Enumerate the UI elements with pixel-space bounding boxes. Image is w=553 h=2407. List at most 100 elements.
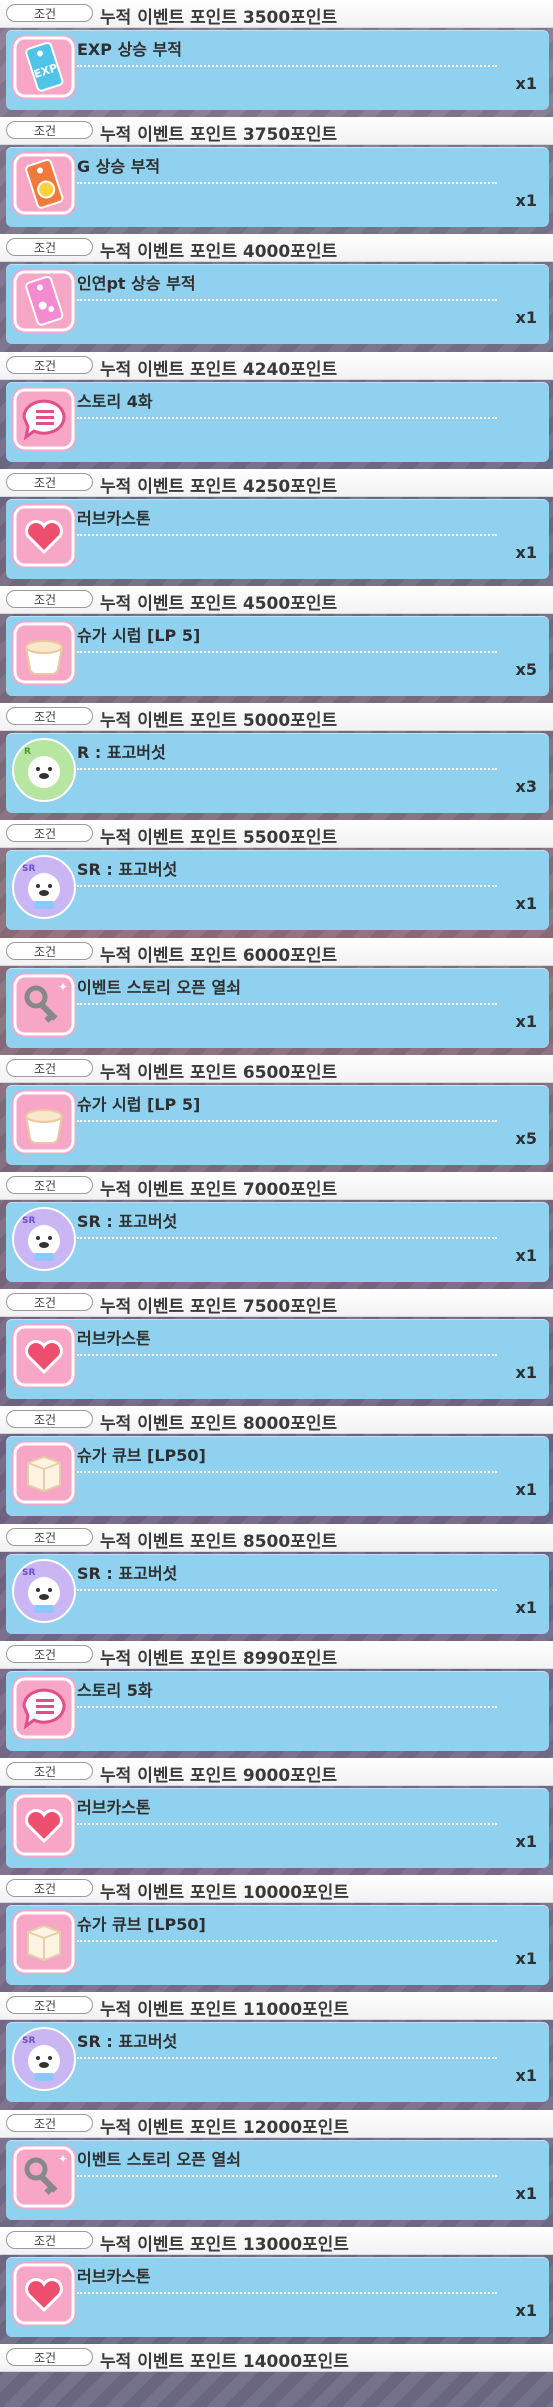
svg-text:SR: SR xyxy=(22,864,35,874)
reward-condition-header: 조건 누적 이벤트 포인트 4240포인트 xyxy=(0,352,553,380)
reward-quantity: x3 xyxy=(515,777,537,796)
reward-quantity: x5 xyxy=(515,660,537,679)
svg-text:SR: SR xyxy=(22,2036,35,2046)
reward-quantity: x1 xyxy=(515,1363,537,1382)
reward-condition-header: 조건 누적 이벤트 포인트 3750포인트 xyxy=(0,117,553,145)
condition-tag: 조건 xyxy=(6,1176,93,1194)
reward-quantity: x1 xyxy=(515,1480,537,1499)
reward-entry: 조건 누적 이벤트 포인트 6500포인트 슈가 시럽 [LP 5] x5 xyxy=(0,1055,553,1168)
reward-condition-header: 조건 누적 이벤트 포인트 7500포인트 xyxy=(0,1289,553,1317)
condition-text: 누적 이벤트 포인트 3500포인트 xyxy=(100,8,338,28)
heart-icon xyxy=(12,504,76,568)
reward-card: EXP EXP 상승 부적 x1 xyxy=(6,30,549,110)
reward-quantity: x1 xyxy=(515,1832,537,1851)
reward-quantity: x1 xyxy=(515,2066,537,2085)
condition-text: 누적 이벤트 포인트 13000포인트 xyxy=(100,2235,349,2255)
reward-entry: 조건 누적 이벤트 포인트 3500포인트 EXP EXP 상승 부적 x1 xyxy=(0,0,553,113)
reward-entry: 조건 누적 이벤트 포인트 3750포인트 G 상승 부적 x1 xyxy=(0,117,553,230)
card-sr-portrait-icon: SR xyxy=(12,2027,76,2091)
condition-text: 누적 이벤트 포인트 5500포인트 xyxy=(100,828,338,848)
reward-item-name: EXP 상승 부적 xyxy=(77,36,497,67)
reward-quantity: x5 xyxy=(515,1129,537,1148)
reward-item-name: 스토리 5화 xyxy=(77,1677,497,1708)
reward-entry: 조건 누적 이벤트 포인트 12000포인트 ✦ 이벤트 스토리 오픈 열쇠 x1 xyxy=(0,2110,553,2223)
condition-text: 누적 이벤트 포인트 8990포인트 xyxy=(100,1649,338,1669)
reward-condition-header: 조건 누적 이벤트 포인트 8500포인트 xyxy=(0,1524,553,1552)
reward-card: R R : 표고버섯 x3 xyxy=(6,733,549,813)
condition-tag: 조건 xyxy=(6,824,93,842)
reward-entry: 조건 누적 이벤트 포인트 8000포인트슈가 큐브 [LP50] x1 xyxy=(0,1406,553,1519)
reward-item-name: 슈가 큐브 [LP50] xyxy=(77,1442,497,1473)
svg-text:R: R xyxy=(24,747,31,757)
story-chat-icon xyxy=(12,1676,76,1740)
reward-item-name: 슈가 큐브 [LP50] xyxy=(77,1911,497,1942)
reward-item-name: 러브카스톤 xyxy=(77,2263,497,2294)
reward-item-name: 스토리 4화 xyxy=(77,388,497,419)
reward-card: 슈가 큐브 [LP50] x1 xyxy=(6,1905,549,1985)
condition-tag: 조건 xyxy=(6,1645,93,1663)
reward-quantity: x1 xyxy=(515,2184,537,2203)
svg-text:SR: SR xyxy=(22,1216,35,1226)
reward-item-name: SR : 표고버섯 xyxy=(77,2028,497,2059)
reward-condition-header: 조건 누적 이벤트 포인트 9000포인트 xyxy=(0,1758,553,1786)
svg-text:SR: SR xyxy=(22,1568,35,1578)
reward-entry: 조건 누적 이벤트 포인트 8500포인트 SR SR : 표고버섯 x1 xyxy=(0,1524,553,1637)
condition-tag: 조건 xyxy=(6,1528,93,1546)
reward-entry: 조건 누적 이벤트 포인트 13000포인트 러브카스톤 x1 xyxy=(0,2227,553,2340)
reward-entry: 조건 누적 이벤트 포인트 5500포인트 SR SR : 표고버섯 x1 xyxy=(0,820,553,933)
condition-tag: 조건 xyxy=(6,1762,93,1780)
reward-quantity: x1 xyxy=(515,1598,537,1617)
reward-quantity: x1 xyxy=(515,1949,537,1968)
condition-text: 누적 이벤트 포인트 4250포인트 xyxy=(100,477,338,497)
condition-text: 누적 이벤트 포인트 3750포인트 xyxy=(100,125,338,145)
condition-tag: 조건 xyxy=(6,2231,93,2249)
reward-item-name: 인연pt 상승 부적 xyxy=(77,270,497,301)
reward-condition-header: 조건 누적 이벤트 포인트 10000포인트 xyxy=(0,1875,553,1903)
reward-card: 스토리 5화 xyxy=(6,1671,549,1751)
sugar-cube-icon xyxy=(12,1910,76,1974)
reward-entry: 조건 누적 이벤트 포인트 4500포인트 슈가 시럽 [LP 5] x5 xyxy=(0,586,553,699)
card-sr-portrait-icon: SR xyxy=(12,1559,76,1623)
reward-condition-header: 조건 누적 이벤트 포인트 6000포인트 xyxy=(0,938,553,966)
reward-condition-header: 조건 누적 이벤트 포인트 6500포인트 xyxy=(0,1055,553,1083)
reward-card: 인연pt 상승 부적 x1 xyxy=(6,264,549,344)
gold-charm-icon xyxy=(12,152,76,216)
reward-condition-header: 조건 누적 이벤트 포인트 8000포인트 xyxy=(0,1406,553,1434)
condition-tag: 조건 xyxy=(6,356,93,374)
condition-text: 누적 이벤트 포인트 6500포인트 xyxy=(100,1063,338,1083)
condition-tag: 조건 xyxy=(6,1293,93,1311)
condition-text: 누적 이벤트 포인트 4500포인트 xyxy=(100,594,338,614)
exp-charm-icon: EXP xyxy=(12,35,76,99)
reward-condition-header: 조건 누적 이벤트 포인트 5500포인트 xyxy=(0,820,553,848)
card-r-portrait-icon: R xyxy=(12,738,76,802)
condition-tag: 조건 xyxy=(6,2348,93,2366)
reward-condition-header: 조건 누적 이벤트 포인트 4000포인트 xyxy=(0,234,553,262)
story-chat-icon xyxy=(12,387,76,451)
condition-text: 누적 이벤트 포인트 11000포인트 xyxy=(100,2000,349,2020)
condition-tag: 조건 xyxy=(6,1996,93,2014)
reward-condition-header: 조건 누적 이벤트 포인트 8990포인트 xyxy=(0,1641,553,1669)
reward-card: SR SR : 표고버섯 x1 xyxy=(6,1554,549,1634)
reward-card: 러브카스톤 x1 xyxy=(6,499,549,579)
reward-condition-header: 조건 누적 이벤트 포인트 7000포인트 xyxy=(0,1172,553,1200)
reward-condition-header: 조건 누적 이벤트 포인트 5000포인트 xyxy=(0,703,553,731)
reward-card: 스토리 4화 xyxy=(6,382,549,462)
reward-condition-header: 조건 누적 이벤트 포인트 3500포인트 xyxy=(0,0,553,28)
condition-text: 누적 이벤트 포인트 5000포인트 xyxy=(100,711,338,731)
reward-entry: 조건 누적 이벤트 포인트 4240포인트스토리 4화 xyxy=(0,352,553,465)
reward-card: 슈가 큐브 [LP50] x1 xyxy=(6,1436,549,1516)
reward-item-name: SR : 표고버섯 xyxy=(77,1560,497,1591)
reward-condition-header: 조건 누적 이벤트 포인트 13000포인트 xyxy=(0,2227,553,2255)
reward-quantity: x1 xyxy=(515,1246,537,1265)
condition-tag: 조건 xyxy=(6,1879,93,1897)
condition-tag: 조건 xyxy=(6,590,93,608)
sugar-cube-icon xyxy=(12,1441,76,1505)
reward-item-name: 이벤트 스토리 오픈 열쇠 xyxy=(77,974,497,1005)
reward-list: 조건 누적 이벤트 포인트 3500포인트 EXP EXP 상승 부적 x1 조건 누적 이… xyxy=(0,0,553,2407)
reward-item-name: R : 표고버섯 xyxy=(77,739,497,770)
condition-text: 누적 이벤트 포인트 6000포인트 xyxy=(100,946,338,966)
reward-card: 러브카스톤 x1 xyxy=(6,1788,549,1868)
reward-entry: 조건 누적 이벤트 포인트 14000포인트 xyxy=(0,2344,553,2372)
reward-condition-header: 조건 누적 이벤트 포인트 4250포인트 xyxy=(0,469,553,497)
condition-text: 누적 이벤트 포인트 4240포인트 xyxy=(100,360,338,380)
